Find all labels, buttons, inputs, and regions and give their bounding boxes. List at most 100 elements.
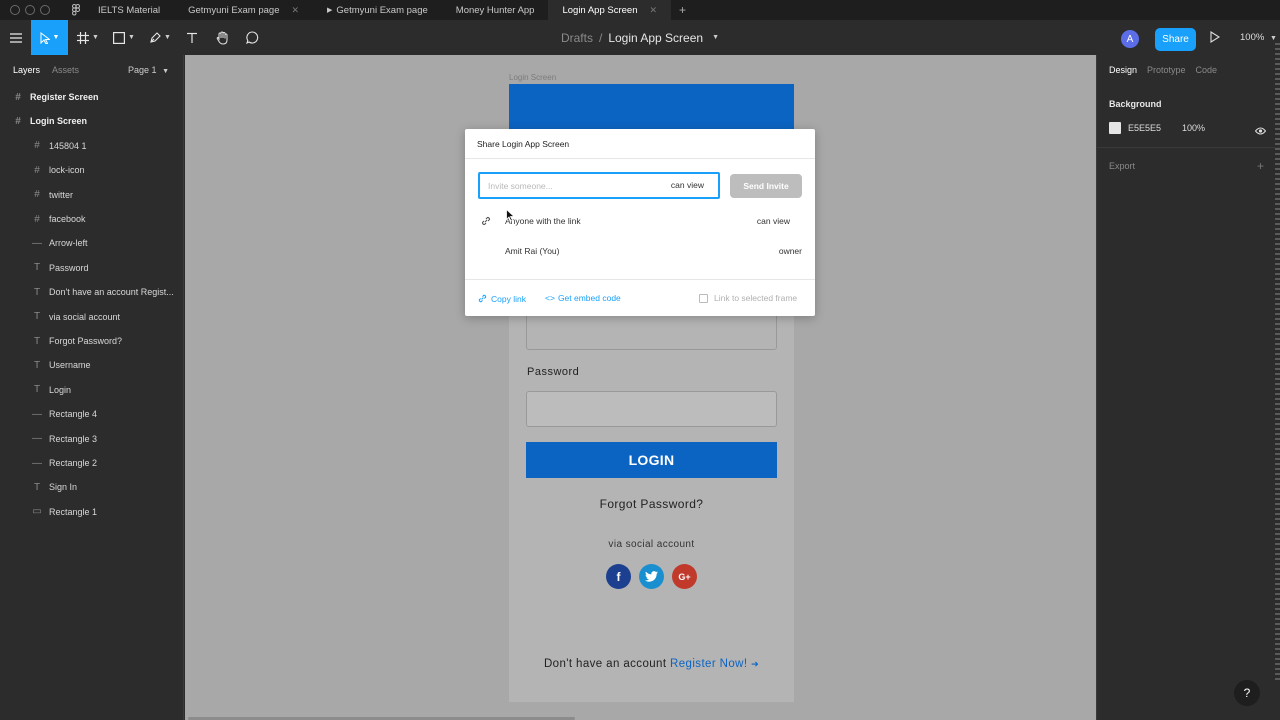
breadcrumb-drafts[interactable]: Drafts (561, 31, 593, 45)
line-layer-icon: — (32, 457, 42, 469)
owner-name: Amit Rai (You) (505, 246, 560, 256)
forgot-password-link[interactable]: Forgot Password? (509, 497, 794, 511)
design-panel: Design Prototype Code Background E5E5E5 … (1096, 55, 1280, 720)
tab-getmyuni-exam-page-prototype[interactable]: ▶ Getmyuni Exam page (313, 0, 442, 20)
close-window-button[interactable] (10, 5, 20, 15)
register-now-link[interactable]: Register Now! ➔ (670, 658, 759, 670)
anyone-with-link-label: Anyone with the link (505, 216, 581, 226)
frame-layer-icon: # (15, 91, 21, 103)
layer-label: Rectangle 1 (49, 506, 98, 517)
frame-label[interactable]: Login Screen (509, 73, 556, 82)
link-to-frame-checkbox[interactable] (699, 294, 708, 303)
hand-icon (216, 30, 227, 45)
text-layer-icon: T (33, 481, 41, 493)
share-modal-title: Share Login App Screen (465, 129, 815, 159)
frame-tool-button[interactable]: ▼ (74, 20, 102, 55)
layer-item[interactable]: — Rectangle 4 (0, 404, 184, 424)
layers-panel: Layers Assets Page 1 ▼ # Register Screen #… (0, 55, 184, 720)
chevron-down-icon[interactable]: ▼ (712, 34, 719, 41)
link-permission-dropdown[interactable]: can view (757, 216, 790, 226)
new-tab-plus-icon[interactable]: + (671, 3, 686, 17)
layer-item[interactable]: # twitter (0, 185, 184, 205)
right-panel-tabs: Design Prototype Code (1097, 55, 1280, 85)
tab-design[interactable]: Design (1109, 65, 1137, 75)
login-button[interactable]: LOGIN (526, 442, 777, 478)
layer-item[interactable]: # Register Screen (0, 87, 184, 107)
layer-item[interactable]: Tvia social account (0, 307, 184, 327)
present-play-icon[interactable] (1210, 30, 1221, 48)
tab-money-hunter-app[interactable]: Money Hunter App (442, 0, 549, 20)
layer-item[interactable]: — Arrow-left (0, 233, 184, 253)
chevron-down-icon: ▼ (162, 68, 169, 75)
pen-tool-button[interactable]: ▼ (146, 20, 174, 55)
frame-layer-icon: # (34, 164, 40, 176)
password-input-box[interactable] (526, 391, 777, 427)
frame-header-bar[interactable] (509, 84, 794, 130)
toolbar: Drafts / Login App Screen ▼ ▼ ▼ ▼ ▼ A Sh… (0, 20, 1280, 55)
layer-item[interactable]: T Don't have an account Regist... (0, 282, 184, 302)
layer-item[interactable]: ▭ Rectangle 1 (0, 502, 184, 522)
text-layer-icon: T (33, 384, 41, 396)
chevron-down-icon: ▼ (128, 34, 135, 41)
tab-login-app-screen[interactable]: Login App Screen ✕ (548, 0, 672, 20)
owner-row: Amit Rai (You) owner (465, 241, 815, 261)
layer-item[interactable]: — Rectangle 3 (0, 429, 184, 449)
visibility-eye-icon[interactable] (1254, 122, 1267, 140)
share-button[interactable]: Share (1155, 28, 1196, 51)
copy-link-button[interactable]: Copy link (477, 293, 526, 304)
share-modal-footer: Copy link <> Get embed code Link to sele… (465, 279, 815, 316)
layer-label: Forgot Password? (49, 336, 123, 346)
maximize-window-button[interactable] (40, 5, 50, 15)
vertical-scrollbar[interactable] (1275, 40, 1280, 680)
google-plus-icon[interactable]: G+ (672, 564, 697, 589)
send-invite-button[interactable]: Send Invite (730, 174, 802, 198)
add-export-plus-icon[interactable]: + (1257, 159, 1264, 173)
file-name[interactable]: Login App Screen (608, 31, 703, 45)
tab-assets[interactable]: Assets (52, 65, 79, 75)
layer-item[interactable]: # Login Screen (0, 111, 184, 131)
layer-item[interactable]: T Sign In (0, 477, 184, 497)
comment-tool-button[interactable] (244, 20, 260, 55)
figma-logo-icon[interactable] (68, 2, 84, 18)
tab-code[interactable]: Code (1196, 65, 1218, 75)
background-color-swatch[interactable] (1109, 122, 1121, 134)
invite-input[interactable] (480, 174, 650, 197)
background-hex-value[interactable]: E5E5E5 (1128, 123, 1161, 133)
zoom-level[interactable]: 100% ▼ (1240, 32, 1277, 43)
background-opacity-value[interactable]: 100% (1182, 123, 1205, 133)
layer-item[interactable]: # lock-icon (0, 160, 184, 180)
layer-item[interactable]: T Username (0, 355, 184, 375)
main-menu-icon[interactable] (6, 20, 26, 55)
user-avatar[interactable]: A (1121, 30, 1139, 48)
tab-getmyuni-exam-page[interactable]: Getmyuni Exam page ✕ (174, 0, 313, 20)
get-embed-code-button[interactable]: <> Get embed code (545, 293, 621, 303)
move-tool-button[interactable]: ▼ (31, 20, 68, 55)
layer-label: facebook (49, 214, 86, 224)
layer-item[interactable]: # facebook (0, 209, 184, 229)
section-divider (1097, 147, 1280, 148)
help-button[interactable]: ? (1234, 680, 1260, 706)
link-to-frame-label[interactable]: Link to selected frame (714, 293, 797, 303)
text-t-icon (187, 32, 197, 43)
link-icon (478, 294, 487, 303)
page-selector[interactable]: Page 1 ▼ (128, 65, 169, 75)
layer-item[interactable]: #145804 1 (0, 136, 184, 156)
tab-ielts-material[interactable]: IELTS Material (84, 0, 174, 20)
close-tab-icon[interactable]: ✕ (649, 5, 657, 16)
shape-tool-button[interactable]: ▼ (110, 20, 138, 55)
facebook-icon[interactable]: f (606, 564, 631, 589)
layer-item[interactable]: T Login (0, 380, 184, 400)
layer-item[interactable]: T Password (0, 258, 184, 278)
invite-field[interactable]: can view (478, 172, 720, 199)
close-tab-icon[interactable]: ✕ (291, 5, 299, 16)
invite-permission-dropdown[interactable]: can view (671, 180, 704, 190)
twitter-icon[interactable] (639, 564, 664, 589)
minimize-window-button[interactable] (25, 5, 35, 15)
layer-item[interactable]: T Forgot Password? (0, 331, 184, 351)
text-tool-button[interactable] (184, 20, 200, 55)
tab-layers[interactable]: Layers (13, 65, 40, 75)
tab-prototype[interactable]: Prototype (1147, 65, 1186, 75)
layer-item[interactable]: — Rectangle 2 (0, 453, 184, 473)
username-input-box[interactable] (526, 310, 777, 350)
hand-tool-button[interactable] (214, 20, 230, 55)
